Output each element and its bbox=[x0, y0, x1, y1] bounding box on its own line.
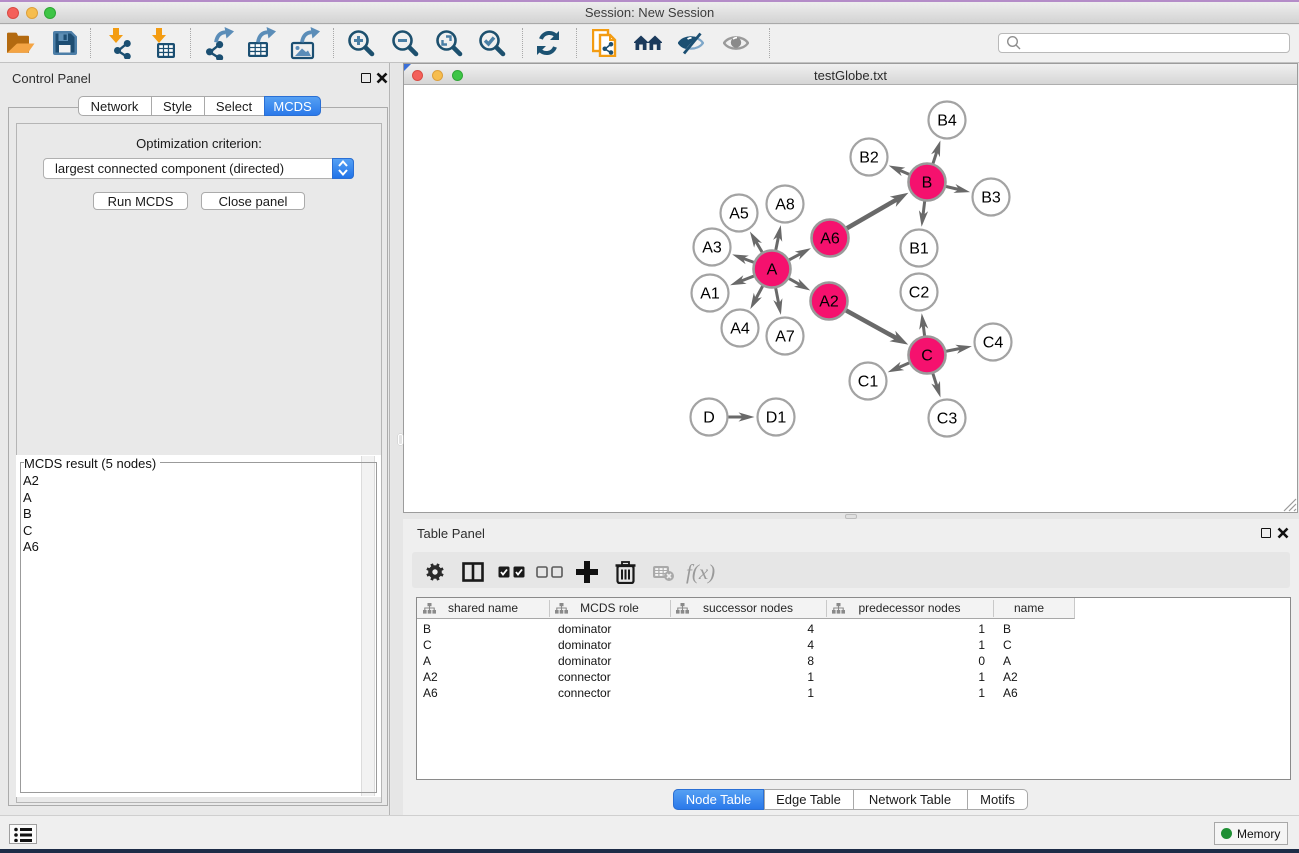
svg-text:A6: A6 bbox=[820, 231, 840, 248]
svg-text:B2: B2 bbox=[859, 150, 879, 167]
svg-text:C3: C3 bbox=[937, 411, 958, 428]
svg-text:A3: A3 bbox=[702, 240, 722, 257]
svg-text:A: A bbox=[767, 262, 778, 279]
svg-text:D: D bbox=[703, 410, 715, 427]
svg-text:B1: B1 bbox=[909, 241, 929, 258]
svg-text:A8: A8 bbox=[775, 197, 795, 214]
svg-text:C: C bbox=[921, 348, 933, 365]
svg-text:C4: C4 bbox=[983, 335, 1004, 352]
svg-text:B3: B3 bbox=[981, 190, 1001, 207]
svg-text:A2: A2 bbox=[819, 294, 839, 311]
svg-text:C2: C2 bbox=[909, 285, 930, 302]
svg-text:A1: A1 bbox=[700, 286, 720, 303]
svg-text:B: B bbox=[922, 175, 933, 192]
svg-text:C1: C1 bbox=[858, 374, 879, 391]
svg-text:B4: B4 bbox=[937, 113, 957, 130]
svg-text:D1: D1 bbox=[766, 410, 787, 427]
svg-text:A5: A5 bbox=[729, 206, 749, 223]
svg-text:A4: A4 bbox=[730, 321, 750, 338]
svg-text:A7: A7 bbox=[775, 329, 795, 346]
